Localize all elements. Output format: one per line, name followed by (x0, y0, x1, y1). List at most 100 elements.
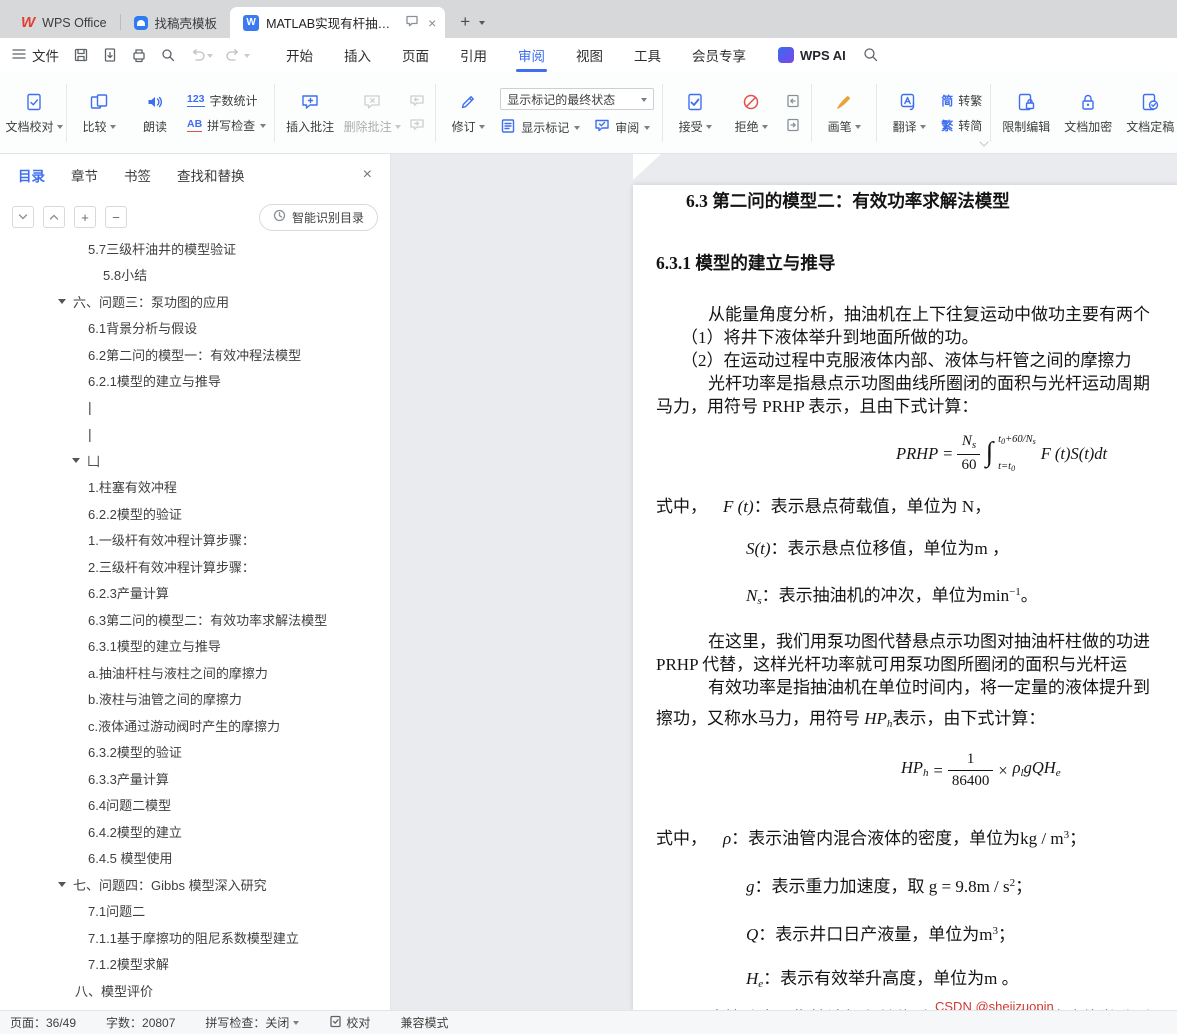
new-tab-button[interactable]: + (453, 10, 477, 34)
toc-item[interactable]: 八、模型评价 (0, 977, 390, 1004)
dialog-launcher-icon[interactable] (979, 136, 989, 147)
tab-list-chevron-icon[interactable] (479, 21, 486, 28)
toc-item[interactable]: 6.2.3产量计算 (0, 580, 390, 607)
close-panel-icon[interactable]: × (363, 166, 372, 184)
review-pane-button[interactable]: 审阅 (594, 118, 651, 137)
toc-item[interactable]: 凵 (0, 447, 390, 474)
wps-ai-button[interactable]: WPS AI (778, 47, 846, 63)
navigation-tabs: 目录 章节 书签 查找和替换 × (0, 154, 390, 196)
toc-item[interactable]: 6.2第二问的模型一：有效冲程法模型 (0, 341, 390, 368)
toc-item[interactable]: 7.1.1基于摩擦功的阻尼系数模型建立 (0, 924, 390, 951)
file-menu-button[interactable]: 文件 (12, 45, 59, 65)
print-preview-icon[interactable] (160, 47, 176, 63)
close-tab-icon[interactable]: × (428, 15, 436, 31)
menu-tab-4[interactable]: 审阅 (516, 38, 547, 72)
paragraph-line: PRHP 代替，这样光杆功率就可用泵功图所圈闭的面积与光杆运 (656, 655, 1128, 674)
collapse-arrow-icon[interactable] (58, 299, 66, 308)
toc-item[interactable]: 7.1.2模型求解 (0, 951, 390, 978)
page-indicator[interactable]: 页面：36/49 (10, 1014, 76, 1031)
menu-tab-3[interactable]: 引用 (458, 38, 489, 72)
menu-tab-1[interactable]: 插入 (342, 38, 373, 72)
toc-item-label: 6.2.2模型的验证 (88, 506, 182, 522)
toc-item[interactable]: 5.8小结 (0, 262, 390, 289)
ink-pen-button[interactable]: 画笔 (816, 91, 872, 135)
next-comment-button[interactable] (407, 116, 427, 134)
insert-comment-button[interactable]: 插入批注 (279, 91, 341, 135)
finalize-document-button[interactable]: 文档定稿 (1119, 91, 1177, 135)
chevron-up-button[interactable] (43, 206, 65, 228)
show-markup-button[interactable]: 显示标记 (500, 118, 581, 137)
spell-check-status[interactable]: 拼写检查：关闭 (205, 1014, 300, 1031)
toc-item[interactable]: 6.4.2模型的建立 (0, 818, 390, 845)
expand-button[interactable]: + (74, 206, 96, 228)
print-icon[interactable] (131, 47, 147, 63)
smart-toc-button[interactable]: 智能识别目录 (258, 203, 378, 231)
menu-tab-0[interactable]: 开始 (284, 38, 315, 72)
toc-item[interactable]: 6.2.1模型的建立与推导 (0, 368, 390, 395)
tab-find-replace[interactable]: 查找和替换 (177, 165, 245, 185)
encrypt-document-button[interactable]: 文档加密 (1057, 91, 1119, 135)
toc-item[interactable]: b.液柱与油管之间的摩擦力 (0, 686, 390, 713)
translate-button[interactable]: 翻译 (881, 91, 937, 135)
toc-item[interactable]: 6.3.3产量计算 (0, 765, 390, 792)
toc-item[interactable]: | (0, 394, 390, 421)
restrict-editing-button[interactable]: 限制编辑 (995, 91, 1057, 135)
toc-item[interactable]: 1.一级杆有效冲程计算步骤： (0, 527, 390, 554)
to-traditional-button[interactable]: 简 转繁 (941, 92, 982, 109)
collapse-arrow-icon[interactable] (58, 882, 66, 891)
toc-item[interactable]: 6.2.2模型的验证 (0, 500, 390, 527)
save-icon[interactable] (73, 47, 89, 63)
toc-item[interactable]: 6.3第二问的模型二：有效功率求解法模型 (0, 606, 390, 633)
accept-button[interactable]: 接受 (667, 91, 723, 135)
tab-toc[interactable]: 目录 (18, 165, 45, 185)
toc-item[interactable]: 1.柱塞有效冲程 (0, 474, 390, 501)
toc-item[interactable]: 2.三级杆有效冲程计算步骤： (0, 553, 390, 580)
toc-item[interactable]: | (0, 421, 390, 448)
toc-item[interactable]: a.抽油杆柱与液柱之间的摩擦力 (0, 659, 390, 686)
toc-item[interactable]: 6.4问题二模型 (0, 792, 390, 819)
read-aloud-button[interactable]: 朗读 (127, 91, 183, 135)
toc-item[interactable]: 6.1背景分析与假设 (0, 315, 390, 342)
previous-comment-button[interactable] (407, 92, 427, 110)
search-icon[interactable] (862, 46, 878, 65)
toc-item[interactable]: c.液体通过游动阀时产生的摩擦力 (0, 712, 390, 739)
tab-docer-template[interactable]: 找稿壳模板 (121, 7, 231, 38)
menu-tab-7[interactable]: 会员专享 (690, 38, 748, 72)
comment-bubble-icon[interactable] (405, 14, 419, 31)
toc-item[interactable]: 6.3.2模型的验证 (0, 739, 390, 766)
compat-mode-status[interactable]: 兼容模式 (400, 1014, 448, 1031)
word-count-button[interactable]: 123 字数统计 (187, 92, 266, 109)
previous-change-button[interactable] (783, 92, 803, 110)
collapse-arrow-icon[interactable] (72, 458, 80, 467)
reject-button[interactable]: 拒绝 (723, 91, 779, 135)
collapse-button[interactable]: − (105, 206, 127, 228)
tab-chapters[interactable]: 章节 (71, 165, 98, 185)
menu-tab-5[interactable]: 视图 (574, 38, 605, 72)
spell-check-button[interactable]: AB 拼写检查 (187, 117, 267, 134)
track-changes-button[interactable]: 修订 (440, 91, 496, 135)
chevron-down-button[interactable] (12, 206, 34, 228)
toc-item[interactable]: 6.3.1模型的建立与推导 (0, 633, 390, 660)
toc-item[interactable]: 七、问题四：Gibbs 模型深入研究 (0, 871, 390, 898)
tab-bookmarks[interactable]: 书签 (124, 165, 151, 185)
word-count-status[interactable]: 字数：20807 (106, 1014, 175, 1031)
tab-wps-office[interactable]: W WPS Office (8, 7, 120, 38)
redo-icon[interactable] (226, 47, 250, 63)
doc-proof-button[interactable]: 文档校对 (6, 91, 63, 135)
compare-button[interactable]: 比较 (71, 91, 127, 135)
next-change-button[interactable] (783, 116, 803, 134)
undo-icon[interactable] (189, 47, 213, 63)
to-simplified-button[interactable]: 繁 转简 (941, 117, 982, 134)
export-pdf-icon[interactable] (102, 47, 118, 63)
toc-item[interactable]: 六、问题三：泵功图的应用 (0, 288, 390, 315)
delete-comment-button[interactable]: 删除批注 (341, 91, 403, 135)
toc-item[interactable]: 6.4.5 模型使用 (0, 845, 390, 872)
toc-item[interactable]: 5.7三级杆油井的模型验证 (0, 238, 390, 262)
markup-state-select[interactable]: 显示标记的最终状态 (500, 88, 655, 110)
tab-current-document[interactable]: W MATLAB实现有杆抽油系统的 × (230, 7, 446, 38)
menu-tab-6[interactable]: 工具 (632, 38, 663, 72)
document-page[interactable]: 6.3 第二问的模型二：有效功率求解法模型 6.3.1 模型的建立与推导 从能量… (633, 185, 1177, 1010)
toc-item[interactable]: 7.1问题二 (0, 898, 390, 925)
proof-status[interactable]: 校对 (329, 1014, 370, 1031)
menu-tab-2[interactable]: 页面 (400, 38, 431, 72)
